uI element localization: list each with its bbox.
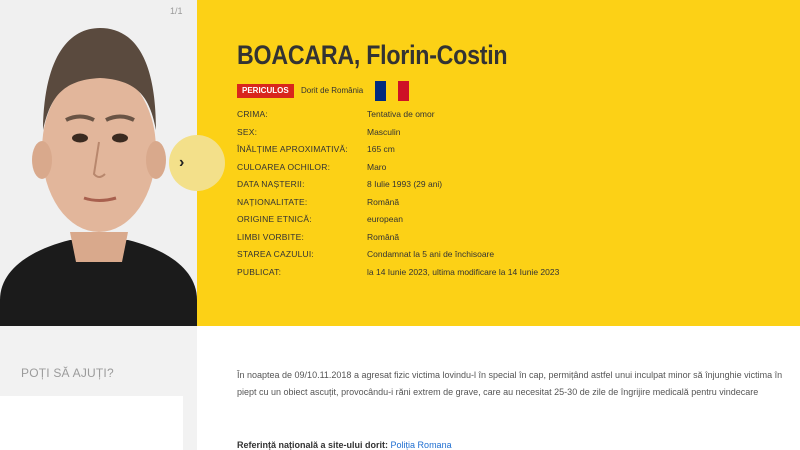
romania-flag-icon bbox=[375, 81, 409, 101]
detail-value: 8 Iulie 1993 (29 ani) bbox=[367, 179, 443, 189]
next-photo-button[interactable]: › bbox=[169, 135, 225, 191]
detail-value: 165 cm bbox=[367, 144, 395, 154]
wanted-by-label: Dorit de România bbox=[301, 86, 364, 95]
detail-label: Publicat: bbox=[237, 266, 282, 277]
detail-value: la 14 Iunie 2023, ultima modificare la 1… bbox=[367, 266, 560, 277]
detail-value: Condamnat la 5 ani de închisoare bbox=[367, 249, 495, 259]
reference-label: Referință națională a site-ului dorit: bbox=[237, 440, 389, 450]
detail-label: Culoarea ochilor: bbox=[237, 161, 331, 172]
detail-label: Înălțime aproximativă: bbox=[237, 144, 348, 154]
detail-value: Română bbox=[367, 231, 400, 242]
danger-badge: PERICULOS bbox=[237, 84, 294, 98]
detail-label: Origine etnică: bbox=[237, 214, 312, 224]
case-description: În noaptea de 09/10.11.2018 a agresat fi… bbox=[237, 370, 783, 397]
detail-label: Starea cazului: bbox=[237, 249, 314, 259]
detail-value: Română bbox=[367, 196, 400, 207]
detail-label: Sex: bbox=[237, 126, 258, 137]
reference-line: Referință națională a site-ului dorit: P… bbox=[237, 440, 452, 450]
suspect-photo: 1/1 bbox=[0, 0, 197, 326]
police-link[interactable]: Poliția Romana bbox=[391, 440, 452, 450]
detail-label: Naționalitate: bbox=[237, 196, 308, 207]
detail-value: european bbox=[367, 214, 403, 224]
suspect-portrait-image bbox=[0, 0, 197, 326]
detail-label: Crima: bbox=[237, 109, 268, 119]
detail-value: Masculin bbox=[367, 126, 401, 137]
detail-label: Limbi vorbite: bbox=[237, 231, 305, 242]
flag-stripe-red bbox=[397, 81, 409, 101]
flag-stripe-blue bbox=[375, 81, 387, 101]
detail-value: Tentativa de omor bbox=[367, 109, 435, 119]
detail-value: Maro bbox=[367, 161, 387, 172]
flag-stripe-yellow bbox=[386, 81, 398, 101]
help-card bbox=[0, 396, 183, 450]
help-title: POȚI SĂ AJUȚI? bbox=[21, 366, 114, 380]
person-name: BOACARA, Florin-Costin bbox=[237, 40, 508, 70]
detail-label: Data nașterii: bbox=[237, 179, 305, 189]
photo-counter: 1/1 bbox=[170, 6, 183, 16]
